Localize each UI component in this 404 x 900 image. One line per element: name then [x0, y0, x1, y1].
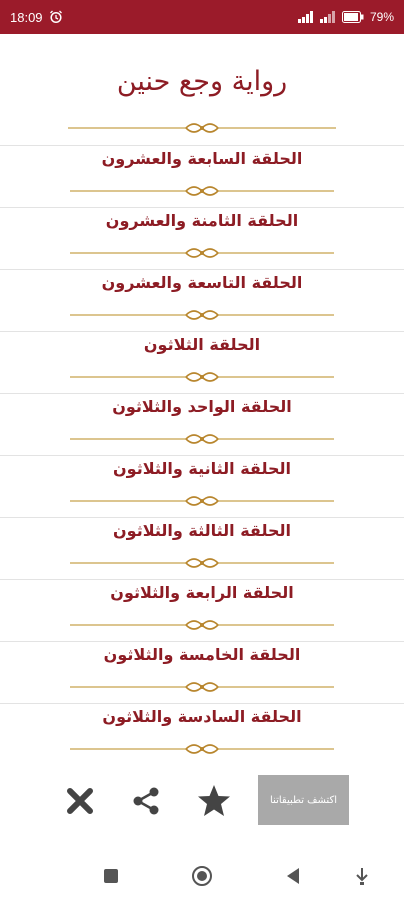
home-icon[interactable] — [190, 864, 214, 888]
episode-label: الحلقة التاسعة والعشرون — [101, 273, 303, 292]
ornament-divider — [70, 620, 334, 630]
list-item-episode-34[interactable]: الحلقة الرابعة والثلاثون — [0, 579, 404, 641]
episode-list: الحلقة السابعة والعشرون الحلقة الثامنة و… — [0, 145, 404, 765]
ornament-divider — [70, 434, 334, 444]
list-item-episode-27[interactable]: الحلقة السابعة والعشرون — [0, 145, 404, 207]
ornament-divider — [70, 744, 334, 754]
ornament-divider — [70, 310, 334, 320]
list-item-episode-32[interactable]: الحلقة الثانية والثلاثون — [0, 455, 404, 517]
list-item-episode-36[interactable]: الحلقة السادسة والثلاثون — [0, 703, 404, 765]
battery-percent: 79% — [369, 10, 394, 24]
system-nav-bar — [0, 852, 404, 900]
ornament-divider — [70, 248, 334, 258]
list-item-episode-35[interactable]: الحلقة الخامسة والثلاثون — [0, 641, 404, 703]
signal-icon-2 — [319, 11, 336, 23]
episode-label: الحلقة الخامسة والثلاثون — [103, 645, 301, 664]
ornament-divider — [70, 558, 334, 568]
episode-label: الحلقة الواحد والثلاثون — [112, 397, 292, 416]
status-right: 79% — [297, 10, 394, 24]
star-icon[interactable] — [196, 783, 232, 819]
download-arrow-icon[interactable] — [350, 864, 374, 888]
ornament-divider — [68, 123, 336, 133]
back-icon[interactable] — [281, 864, 305, 888]
status-left: 18:09 — [10, 10, 63, 25]
close-icon[interactable] — [62, 783, 98, 819]
action-bar: اكتشف تطبيقاتنا — [0, 775, 404, 827]
battery-icon — [341, 11, 364, 23]
episode-label: الحلقة الثلاثون — [143, 335, 261, 354]
episode-label: الحلقة الثالثة والثلاثون — [113, 521, 291, 540]
list-item-episode-33[interactable]: الحلقة الثالثة والثلاثون — [0, 517, 404, 579]
episode-label: الحلقة السابعة والعشرون — [101, 149, 303, 168]
signal-icon — [297, 11, 314, 23]
recents-icon[interactable] — [99, 864, 123, 888]
list-item-episode-28[interactable]: الحلقة الثامنة والعشرون — [0, 207, 404, 269]
ornament-divider — [70, 496, 334, 506]
alarm-icon — [49, 10, 63, 24]
status-bar: 18:09 79% — [0, 0, 404, 34]
ornament-divider — [70, 372, 334, 382]
episode-label: الحلقة السادسة والثلاثون — [102, 707, 302, 726]
episode-label: الحلقة الثانية والثلاثون — [113, 459, 291, 478]
ornament-divider — [70, 186, 334, 196]
episode-label: الحلقة الرابعة والثلاثون — [110, 583, 294, 602]
discover-apps-button[interactable]: اكتشف تطبيقاتنا — [258, 775, 349, 825]
episode-label: الحلقة الثامنة والعشرون — [105, 211, 299, 230]
ornament-divider — [70, 682, 334, 692]
list-item-episode-31[interactable]: الحلقة الواحد والثلاثون — [0, 393, 404, 455]
list-item-episode-30[interactable]: الحلقة الثلاثون — [0, 331, 404, 393]
status-time: 18:09 — [10, 9, 43, 25]
list-item-episode-29[interactable]: الحلقة التاسعة والعشرون — [0, 269, 404, 331]
page-title: رواية وجع حنين — [116, 66, 288, 97]
share-icon[interactable] — [128, 783, 164, 819]
